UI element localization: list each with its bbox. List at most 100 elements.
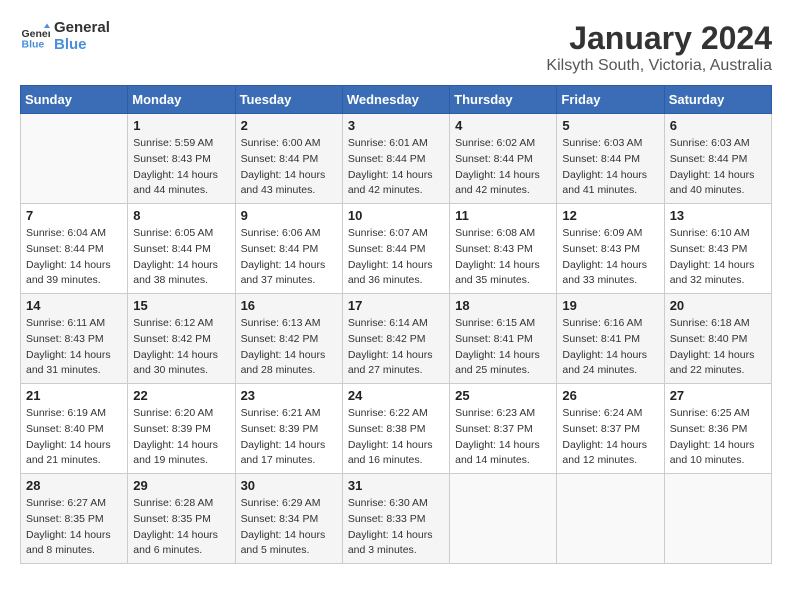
sunrise-text: Sunrise: 6:12 AM [133, 316, 229, 332]
calendar-cell: 9Sunrise: 6:06 AMSunset: 8:44 PMDaylight… [235, 204, 342, 294]
calendar-cell: 31Sunrise: 6:30 AMSunset: 8:33 PMDayligh… [342, 474, 449, 564]
day-info: Sunrise: 6:27 AMSunset: 8:35 PMDaylight:… [26, 496, 122, 559]
sunset-text: Sunset: 8:43 PM [562, 242, 658, 258]
sunrise-text: Sunrise: 6:07 AM [348, 226, 444, 242]
daylight-text: Daylight: 14 hours and 30 minutes. [133, 348, 229, 380]
sunset-text: Sunset: 8:42 PM [133, 332, 229, 348]
daylight-text: Daylight: 14 hours and 17 minutes. [241, 438, 337, 470]
day-info: Sunrise: 6:14 AMSunset: 8:42 PMDaylight:… [348, 316, 444, 379]
sunrise-text: Sunrise: 6:10 AM [670, 226, 766, 242]
sunset-text: Sunset: 8:44 PM [455, 152, 551, 168]
day-number: 2 [241, 118, 337, 133]
sunrise-text: Sunrise: 6:23 AM [455, 406, 551, 422]
daylight-text: Daylight: 14 hours and 35 minutes. [455, 258, 551, 290]
sunset-text: Sunset: 8:43 PM [455, 242, 551, 258]
daylight-text: Daylight: 14 hours and 40 minutes. [670, 168, 766, 200]
day-info: Sunrise: 6:01 AMSunset: 8:44 PMDaylight:… [348, 136, 444, 199]
day-number: 6 [670, 118, 766, 133]
sunset-text: Sunset: 8:37 PM [455, 422, 551, 438]
calendar-cell: 7Sunrise: 6:04 AMSunset: 8:44 PMDaylight… [21, 204, 128, 294]
sunrise-text: Sunrise: 6:24 AM [562, 406, 658, 422]
daylight-text: Daylight: 14 hours and 5 minutes. [241, 528, 337, 560]
weekday-header: Monday [128, 86, 235, 114]
daylight-text: Daylight: 14 hours and 39 minutes. [26, 258, 122, 290]
calendar-cell: 2 Sunrise: 6:00 AMSunset: 8:44 PMDaylight… [235, 114, 342, 204]
sunrise-text: Sunrise: 6:03 AM [670, 136, 766, 152]
calendar-cell: 16Sunrise: 6:13 AMSunset: 8:42 PMDayligh… [235, 294, 342, 384]
calendar-week-row: 14 Sunrise: 6:11 AMSunset: 8:43 PMDayligh… [21, 294, 772, 384]
sunset-text: Sunset: 8:44 PM [26, 242, 122, 258]
calendar-table: SundayMondayTuesdayWednesdayThursdayFrid… [20, 85, 772, 564]
sunset-text: Sunset: 8:44 PM [133, 242, 229, 258]
day-info: Sunrise: 6:15 AMSunset: 8:41 PMDaylight:… [455, 316, 551, 379]
sunset-text: Sunset: 8:39 PM [241, 422, 337, 438]
calendar-title: January 2024 [546, 20, 772, 57]
sunrise-text: Sunrise: 6:27 AM [26, 496, 122, 512]
calendar-cell: 3Sunrise: 6:01 AMSunset: 8:44 PMDaylight… [342, 114, 449, 204]
daylight-text: Daylight: 14 hours and 43 minutes. [241, 168, 337, 200]
daylight-text: Daylight: 14 hours and 10 minutes. [670, 438, 766, 470]
day-info: Sunrise: 6:03 AMSunset: 8:44 PMDaylight:… [562, 136, 658, 199]
page-header: General Blue General Blue January 2024 K… [20, 20, 772, 75]
daylight-text: Daylight: 14 hours and 16 minutes. [348, 438, 444, 470]
calendar-week-row: 28Sunrise: 6:27 AMSunset: 8:35 PMDayligh… [21, 474, 772, 564]
day-number: 27 [670, 388, 766, 403]
logo: General Blue General Blue [20, 20, 110, 53]
sunset-text: Sunset: 8:39 PM [133, 422, 229, 438]
sunrise-text: Sunrise: 6:14 AM [348, 316, 444, 332]
calendar-cell: 20Sunrise: 6:18 AMSunset: 8:40 PMDayligh… [664, 294, 771, 384]
daylight-text: Daylight: 14 hours and 12 minutes. [562, 438, 658, 470]
calendar-subtitle: Kilsyth South, Victoria, Australia [546, 57, 772, 75]
sunrise-text: Sunrise: 6:11 AM [26, 316, 122, 332]
sunset-text: Sunset: 8:44 PM [670, 152, 766, 168]
sunset-text: Sunset: 8:34 PM [241, 512, 337, 528]
day-number: 14 [26, 298, 122, 313]
sunrise-text: Sunrise: 6:04 AM [26, 226, 122, 242]
calendar-cell: 12Sunrise: 6:09 AMSunset: 8:43 PMDayligh… [557, 204, 664, 294]
daylight-text: Daylight: 14 hours and 3 minutes. [348, 528, 444, 560]
calendar-cell: 14 Sunrise: 6:11 AMSunset: 8:43 PMDayligh… [21, 294, 128, 384]
day-number: 31 [348, 478, 444, 493]
day-number: 11 [455, 208, 551, 223]
daylight-text: Daylight: 14 hours and 31 minutes. [26, 348, 122, 380]
day-info: Sunrise: 6:20 AMSunset: 8:39 PMDaylight:… [133, 406, 229, 469]
day-info: Sunrise: 6:10 AMSunset: 8:43 PMDaylight:… [670, 226, 766, 289]
sunset-text: Sunset: 8:40 PM [670, 332, 766, 348]
day-info: Sunrise: 6:00 AMSunset: 8:44 PMDaylight:… [241, 136, 337, 199]
calendar-cell: 19Sunrise: 6:16 AMSunset: 8:41 PMDayligh… [557, 294, 664, 384]
sunset-text: Sunset: 8:43 PM [133, 152, 229, 168]
daylight-text: Daylight: 14 hours and 21 minutes. [26, 438, 122, 470]
day-info: Sunrise: 6:18 AMSunset: 8:40 PMDaylight:… [670, 316, 766, 379]
sunset-text: Sunset: 8:42 PM [241, 332, 337, 348]
calendar-cell: 23Sunrise: 6:21 AMSunset: 8:39 PMDayligh… [235, 384, 342, 474]
sunrise-text: Sunrise: 6:09 AM [562, 226, 658, 242]
calendar-cell: 26 Sunrise: 6:24 AMSunset: 8:37 PMDayligh… [557, 384, 664, 474]
sunset-text: Sunset: 8:37 PM [562, 422, 658, 438]
sunrise-text: Sunrise: 6:00 AM [241, 136, 337, 152]
day-number: 21 [26, 388, 122, 403]
calendar-week-row: 21Sunrise: 6:19 AMSunset: 8:40 PMDayligh… [21, 384, 772, 474]
day-number: 19 [562, 298, 658, 313]
day-info: Sunrise: 6:24 AMSunset: 8:37 PMDaylight:… [562, 406, 658, 469]
calendar-cell: 21Sunrise: 6:19 AMSunset: 8:40 PMDayligh… [21, 384, 128, 474]
weekday-header: Saturday [664, 86, 771, 114]
day-info: Sunrise: 6:04 AMSunset: 8:44 PMDaylight:… [26, 226, 122, 289]
daylight-text: Daylight: 14 hours and 37 minutes. [241, 258, 337, 290]
daylight-text: Daylight: 14 hours and 14 minutes. [455, 438, 551, 470]
day-info: Sunrise: 6:23 AMSunset: 8:37 PMDaylight:… [455, 406, 551, 469]
title-block: January 2024 Kilsyth South, Victoria, Au… [546, 20, 772, 75]
day-info: Sunrise: 6:11 AMSunset: 8:43 PMDaylight:… [26, 316, 122, 379]
sunset-text: Sunset: 8:44 PM [562, 152, 658, 168]
calendar-cell: 22Sunrise: 6:20 AMSunset: 8:39 PMDayligh… [128, 384, 235, 474]
calendar-cell: 27Sunrise: 6:25 AMSunset: 8:36 PMDayligh… [664, 384, 771, 474]
day-number: 8 [133, 208, 229, 223]
calendar-cell: 30Sunrise: 6:29 AMSunset: 8:34 PMDayligh… [235, 474, 342, 564]
calendar-cell: 28Sunrise: 6:27 AMSunset: 8:35 PMDayligh… [21, 474, 128, 564]
day-number: 30 [241, 478, 337, 493]
day-number: 4 [455, 118, 551, 133]
day-number: 26 [562, 388, 658, 403]
daylight-text: Daylight: 14 hours and 28 minutes. [241, 348, 337, 380]
calendar-cell: 5Sunrise: 6:03 AMSunset: 8:44 PMDaylight… [557, 114, 664, 204]
day-info: Sunrise: 5:59 AMSunset: 8:43 PMDaylight:… [133, 136, 229, 199]
day-number: 16 [241, 298, 337, 313]
